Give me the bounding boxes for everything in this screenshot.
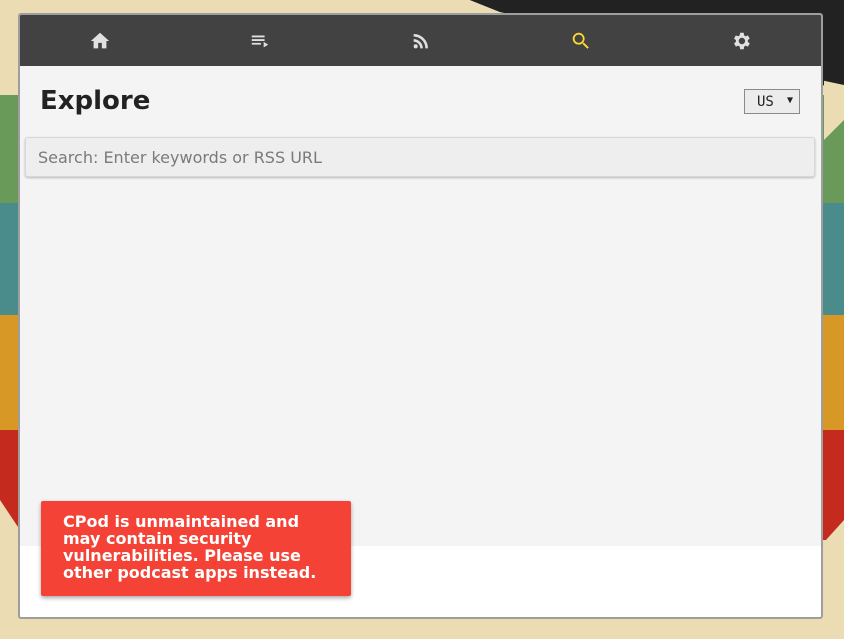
rss-feed-icon	[413, 33, 428, 48]
warning-toast[interactable]: CPod is unmaintained and may contain sec…	[41, 501, 351, 596]
home-icon	[90, 32, 110, 48]
nav-playlist[interactable]	[180, 15, 340, 66]
nav-settings[interactable]	[661, 15, 821, 66]
app-window: Explore US ▼ CPod is unmaintained and ma…	[18, 13, 823, 619]
nav-subscriptions[interactable]	[340, 15, 500, 66]
explore-panel: Explore US ▼	[20, 66, 821, 546]
region-select[interactable]: US ▼	[744, 89, 800, 114]
dropdown-arrow-icon: ▼	[786, 95, 793, 106]
playlist-icon	[252, 35, 269, 47]
page-title: Explore	[40, 86, 151, 116]
gear-icon	[733, 32, 750, 49]
nav-home[interactable]	[20, 15, 180, 66]
search-icon	[572, 32, 589, 49]
region-select-value: US	[757, 93, 774, 110]
search-input[interactable]	[25, 137, 815, 177]
nav-explore[interactable]	[501, 15, 661, 66]
top-nav-bar	[20, 15, 821, 66]
